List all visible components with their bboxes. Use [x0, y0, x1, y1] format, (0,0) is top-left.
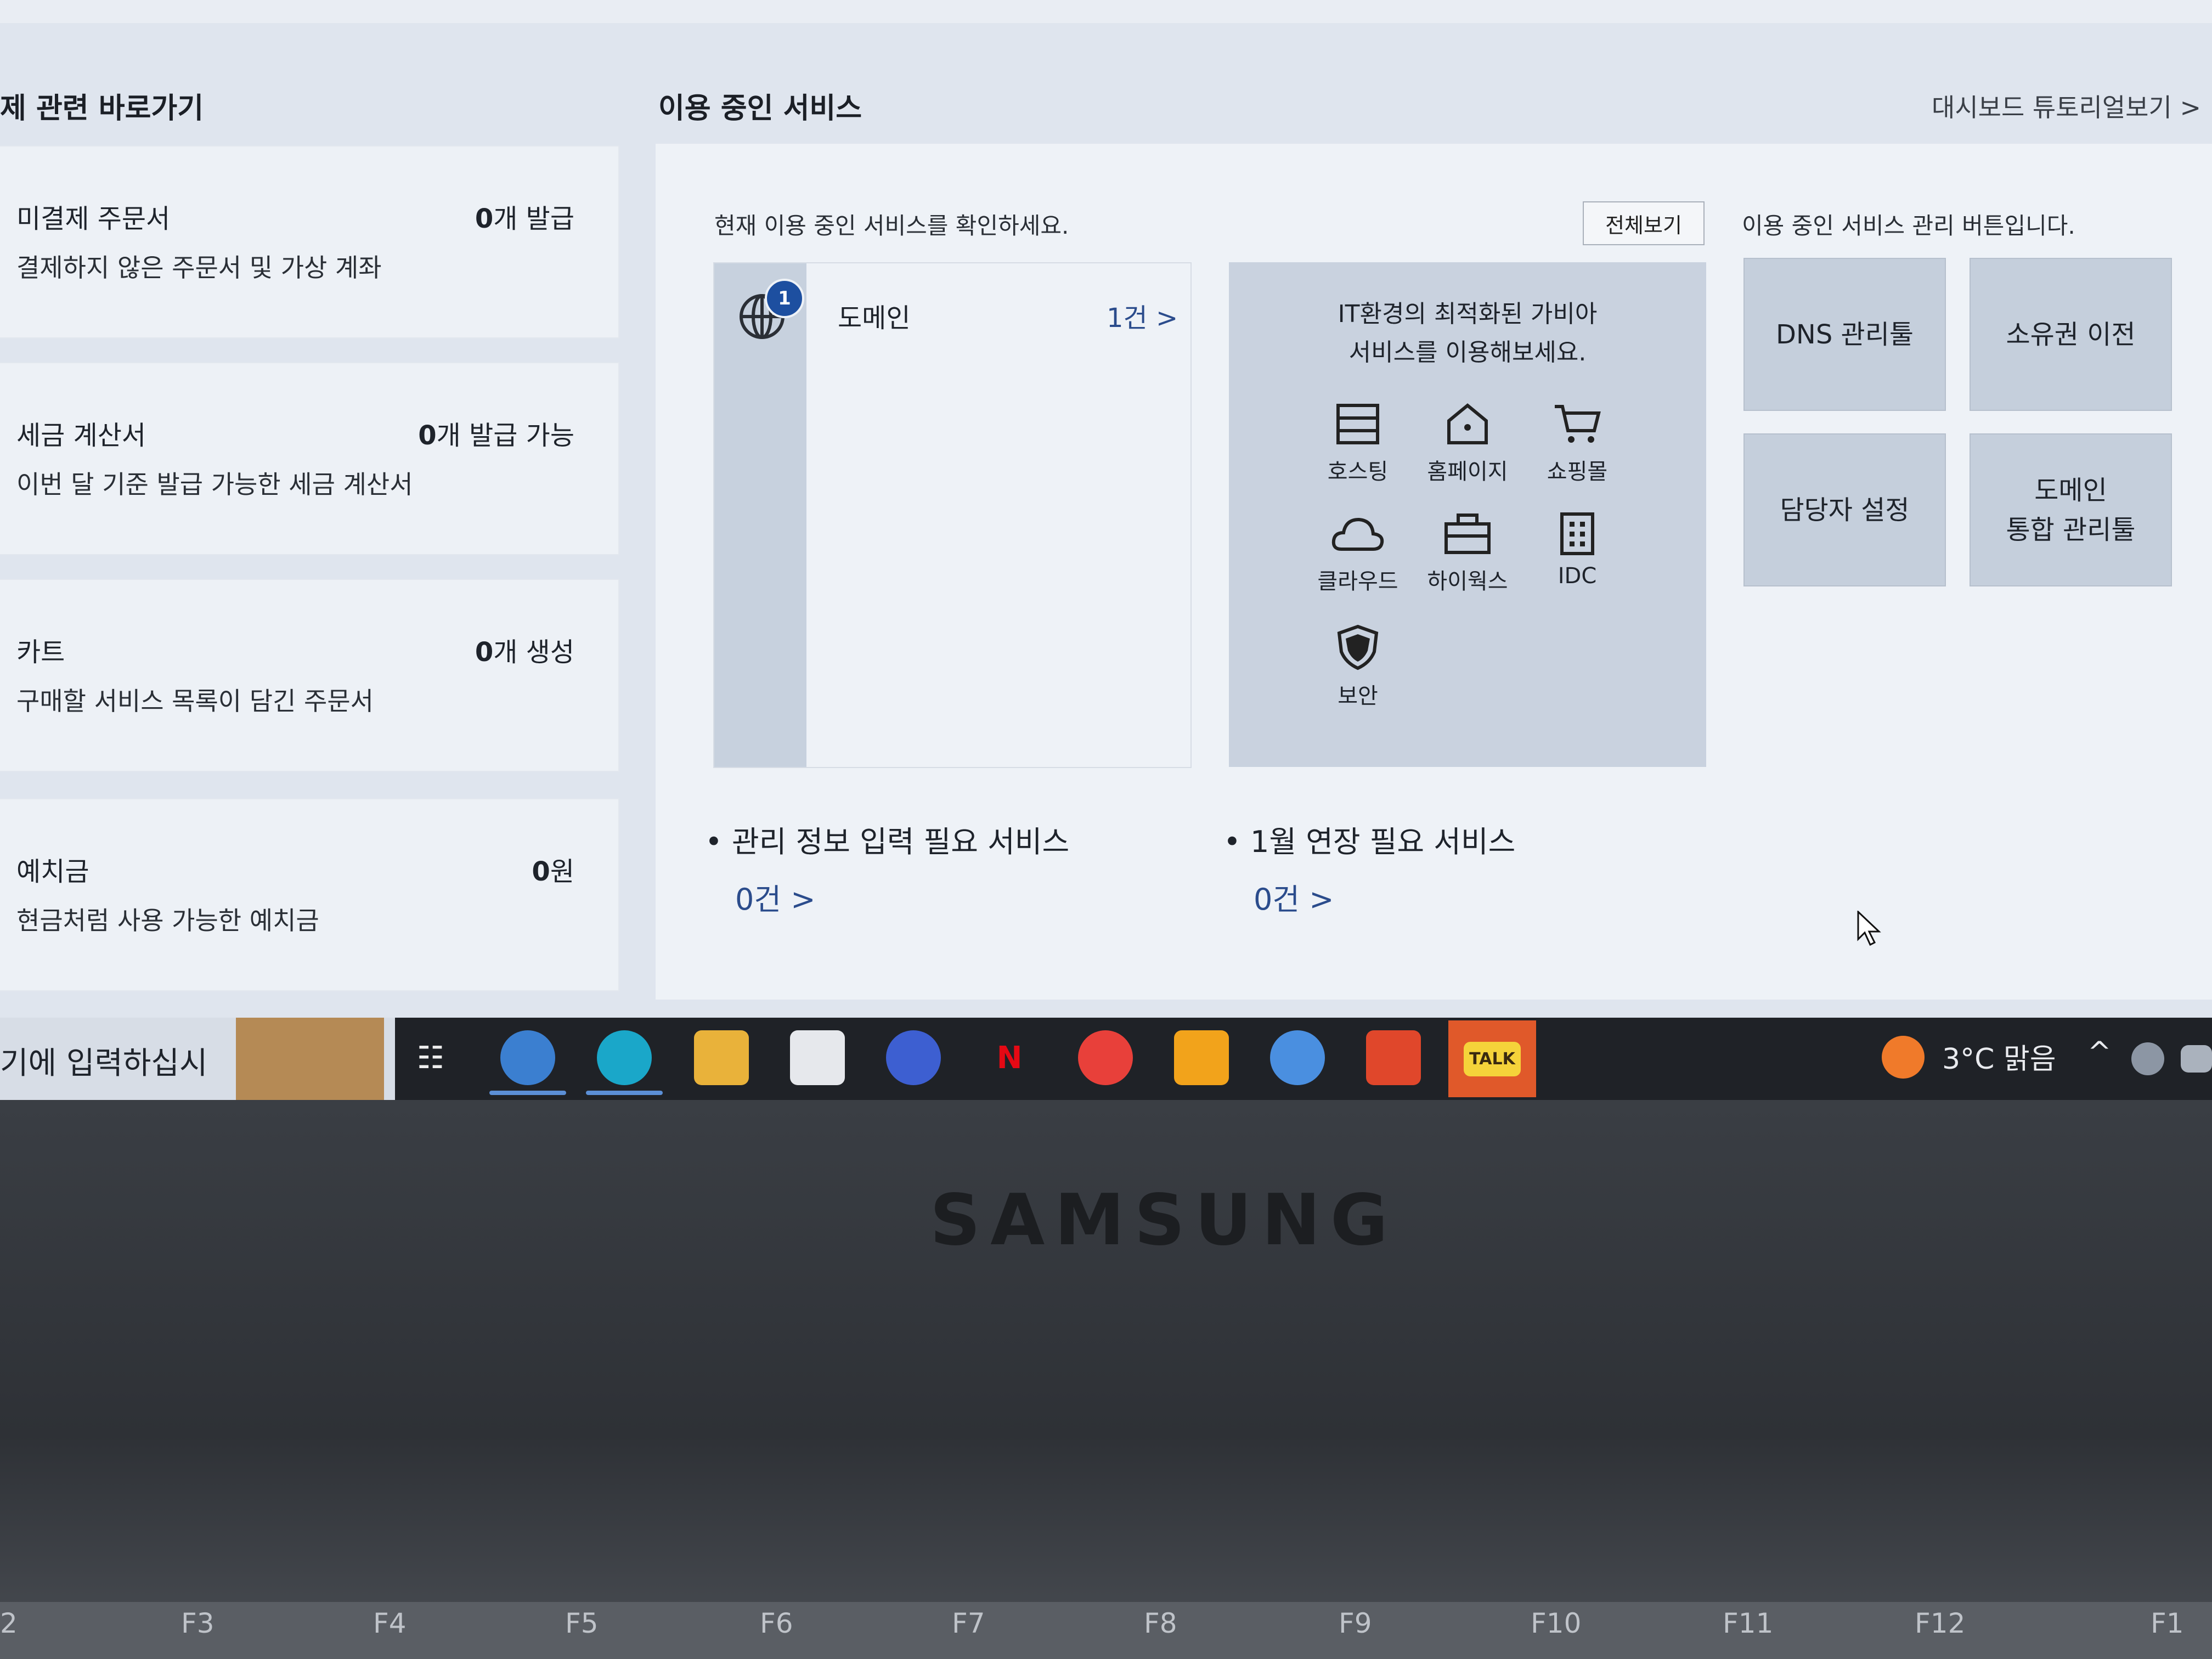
security-service[interactable]: 보안 — [1303, 624, 1413, 710]
function-key: F5 — [565, 1607, 599, 1639]
domain-integrated-manager-button[interactable]: 도메인 통합 관리툴 — [1970, 433, 2172, 586]
shopping-mall-service[interactable]: 쇼핑몰 — [1522, 402, 1632, 486]
hiworks-service[interactable]: 하이웍스 — [1413, 512, 1522, 595]
kakaotalk-taskbar-item[interactable]: TALK — [1448, 1020, 1536, 1097]
function-key: F11 — [1723, 1607, 1774, 1639]
function-key: F10 — [1531, 1607, 1582, 1639]
building-icon — [1560, 512, 1594, 555]
function-key: F1 — [2151, 1607, 2184, 1639]
active-indicator — [489, 1091, 566, 1095]
active-indicator — [586, 1091, 663, 1095]
unpaid-order-card[interactable]: 미결제 주문서 0개 발급 결제하지 않은 주문서 및 가상 계좌 — [0, 145, 619, 338]
promo-text: IT환경의 최적화된 가비아 서비스를 이용해보세요. — [1338, 300, 1598, 366]
card-count: 0원 — [532, 856, 574, 887]
needs-info-count-link[interactable]: 0건 > — [735, 875, 815, 918]
mouse-cursor-icon — [1857, 911, 1881, 946]
cloud-service[interactable]: 클라우드 — [1303, 512, 1413, 595]
domain-count-badge: 1 — [765, 279, 804, 318]
needs-info-label: • 관리 정보 입력 필요 서비스 — [705, 825, 1070, 859]
task-view-icon[interactable]: ☷ — [403, 1030, 458, 1085]
kakaotalk-icon: TALK — [1464, 1041, 1521, 1076]
function-key: F3 — [181, 1607, 215, 1639]
card-title: 세금 계산서 — [16, 420, 146, 451]
ownership-transfer-button[interactable]: 소유권 이전 — [1970, 258, 2172, 411]
app-red-icon[interactable] — [1078, 1030, 1133, 1085]
homepage-service[interactable]: 홈페이지 — [1413, 402, 1522, 486]
shortcuts-section-title: 제 관련 바로가기 — [0, 92, 204, 125]
edge-icon[interactable] — [597, 1030, 652, 1085]
copilot-icon[interactable] — [886, 1030, 941, 1085]
domain-icon-strip: 1 — [714, 263, 806, 767]
domain-service-box: 1 도메인 1건 > — [713, 262, 1192, 768]
weather-icon — [1882, 1036, 1925, 1079]
home-icon — [1447, 403, 1488, 444]
domain-label: 도메인 — [838, 303, 911, 334]
browser-screen: 제 관련 바로가기 미결제 주문서 0개 발급 결제하지 않은 주문서 및 가상… — [0, 0, 2212, 1100]
card-title: 카트 — [16, 637, 65, 668]
samsung-logo: SAMSUNG — [930, 1180, 1398, 1261]
store-icon[interactable] — [790, 1030, 845, 1085]
chevron-up-icon[interactable]: ^ — [2087, 1036, 2112, 1069]
card-count: 0개 발급 — [475, 204, 574, 234]
system-tray-icon[interactable] — [2181, 1045, 2212, 1073]
file-explorer-icon[interactable] — [694, 1030, 749, 1085]
contact-settings-button[interactable]: 담당자 설정 — [1743, 433, 1946, 586]
cart-card[interactable]: 카트 0개 생성 구매할 서비스 목록이 담긴 주문서 — [0, 579, 619, 772]
card-count: 0개 생성 — [475, 637, 574, 668]
card-desc: 결제하지 않은 주문서 및 가상 계좌 — [16, 253, 382, 283]
brave-icon[interactable] — [1366, 1030, 1421, 1085]
domain-count-link[interactable]: 1건 > — [1107, 296, 1178, 335]
weather-text[interactable]: 3°C 맑음 — [1942, 1036, 2056, 1077]
search-highlight-image — [236, 1018, 384, 1100]
card-count: 0개 발급 가능 — [418, 420, 574, 451]
function-key: 2 — [0, 1607, 18, 1639]
browser-top-edge — [0, 0, 2212, 23]
renewal-count-link[interactable]: 0건 > — [1254, 875, 1334, 918]
function-key: F6 — [760, 1607, 793, 1639]
idc-service[interactable]: IDC — [1522, 512, 1632, 589]
function-key: F9 — [1339, 1607, 1372, 1639]
card-desc: 구매할 서비스 목록이 담긴 주문서 — [16, 686, 374, 716]
tax-invoice-card[interactable]: 세금 계산서 0개 발급 가능 이번 달 기준 발급 가능한 세금 계산서 — [0, 362, 619, 555]
function-key: F4 — [373, 1607, 407, 1639]
services-section-title: 이용 중인 서비스 — [658, 92, 862, 125]
function-key: F7 — [952, 1607, 985, 1639]
card-desc: 현금처럼 사용 가능한 예치금 — [16, 906, 319, 935]
function-key: F12 — [1915, 1607, 1966, 1639]
cloud-icon — [1331, 517, 1384, 551]
dns-manager-button[interactable]: DNS 관리툴 — [1743, 258, 1946, 411]
keyboard-function-row — [0, 1602, 2212, 1659]
card-title: 예치금 — [16, 856, 89, 887]
function-key: F8 — [1144, 1607, 1177, 1639]
briefcase-icon — [1444, 514, 1491, 554]
deposit-card[interactable]: 예치금 0원 현금처럼 사용 가능한 예치금 — [0, 798, 619, 991]
card-title: 미결제 주문서 — [16, 204, 171, 234]
cart-icon — [1555, 405, 1601, 443]
chrome-icon[interactable] — [1270, 1030, 1325, 1085]
service-promo-box: IT환경의 최적화된 가비아 서비스를 이용해보세요. 호스팅 홈페이지 쇼핑몰… — [1229, 262, 1706, 767]
app-icon[interactable] — [500, 1030, 555, 1085]
dashboard-tutorial-link[interactable]: 대시보드 튜토리얼보기 > — [1932, 88, 2201, 124]
services-desc: 현재 이용 중인 서비스를 확인하세요. — [714, 212, 1069, 239]
netflix-icon[interactable]: N — [982, 1030, 1037, 1085]
server-icon — [1336, 404, 1379, 444]
onedrive-icon[interactable] — [2131, 1042, 2164, 1075]
management-desc: 이용 중인 서비스 관리 버튼입니다. — [1742, 212, 2075, 239]
shield-icon — [1337, 624, 1379, 670]
sticky-notes-icon[interactable] — [1174, 1030, 1229, 1085]
renewal-label: • 1월 연장 필요 서비스 — [1223, 825, 1516, 859]
view-all-button[interactable]: 전체보기 — [1583, 201, 1705, 245]
hosting-service[interactable]: 호스팅 — [1303, 402, 1413, 486]
card-desc: 이번 달 기준 발급 가능한 세금 계산서 — [16, 470, 413, 499]
